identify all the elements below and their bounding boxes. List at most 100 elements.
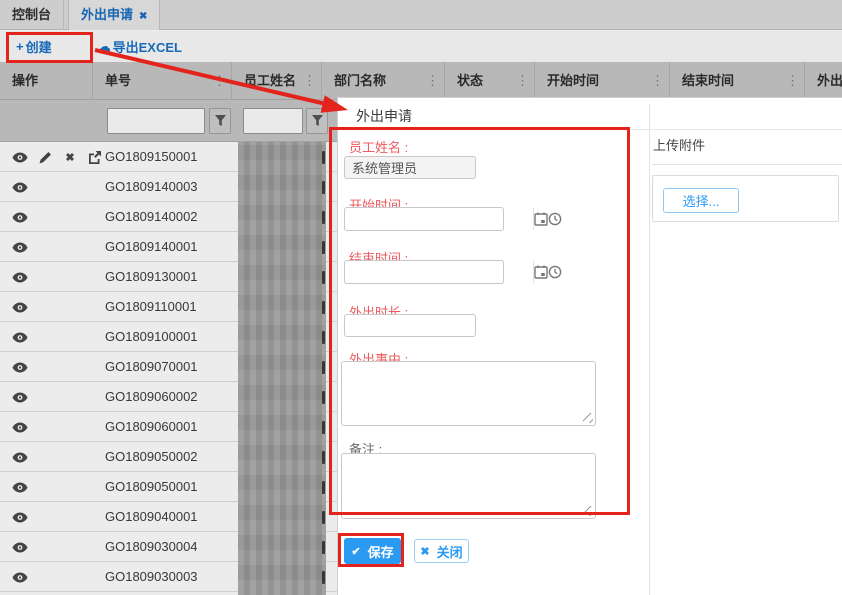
reason-textarea-wrap — [341, 361, 596, 426]
row-actions: ✖ — [12, 322, 103, 352]
resize-handle-icon[interactable] — [583, 413, 593, 423]
outing-request-dialog: 外出申请 员工姓名 : 开始时间 : 结束时间 : 外出时长 : 外 — [337, 97, 842, 595]
employee-name-filter-button[interactable] — [306, 108, 328, 134]
dialog-title-divider — [338, 129, 842, 130]
duration-field[interactable] — [344, 314, 476, 337]
order-number-cell: GO1809070001 — [105, 352, 198, 382]
save-button-label: 保存 — [368, 542, 394, 561]
clock-icon[interactable] — [548, 261, 562, 283]
view-icon[interactable] — [12, 179, 28, 195]
tab-console[interactable]: 控制台 — [0, 0, 64, 30]
start-time-field[interactable] — [345, 208, 534, 230]
clipped-department-text — [322, 181, 325, 194]
reason-textarea[interactable] — [342, 362, 595, 425]
clipped-department-text — [322, 481, 325, 494]
view-icon[interactable] — [12, 239, 28, 255]
view-icon[interactable] — [12, 389, 28, 405]
employee-name-filter-input[interactable] — [243, 108, 303, 134]
view-icon[interactable] — [12, 149, 28, 165]
x-icon: ✖ — [420, 545, 429, 558]
end-time-picker — [344, 260, 504, 284]
clipped-department-text — [322, 571, 325, 584]
column-menu-icon[interactable]: ⋮ — [303, 62, 316, 100]
order-number-cell: GO1809060002 — [105, 382, 198, 412]
column-header-department[interactable]: 部门名称⋮ — [322, 62, 445, 100]
order-number-cell: GO1809130001 — [105, 262, 198, 292]
view-icon[interactable] — [12, 269, 28, 285]
view-icon[interactable] — [12, 419, 28, 435]
row-actions: ✖ — [12, 532, 103, 562]
upload-dropzone[interactable]: 选择... — [652, 175, 839, 222]
row-actions: ✖ — [12, 172, 103, 202]
employee-name-label: 员工姓名 : — [349, 137, 408, 156]
column-menu-icon[interactable]: ⋮ — [516, 62, 529, 100]
tab-label: 外出申请 — [81, 7, 133, 22]
clipped-department-text — [322, 301, 325, 314]
column-header-end-time[interactable]: 结束时间⋮ — [670, 62, 805, 100]
view-icon[interactable] — [12, 509, 28, 525]
view-icon[interactable] — [12, 299, 28, 315]
column-header-order-no[interactable]: 单号⋮ — [93, 62, 232, 100]
view-icon[interactable] — [12, 479, 28, 495]
create-button-label: 创建 — [26, 37, 52, 56]
row-actions: ✖ — [12, 412, 103, 442]
row-actions: ✖ — [12, 382, 103, 412]
close-button[interactable]: ✖ 关闭 — [414, 539, 469, 563]
column-header-start-time[interactable]: 开始时间⋮ — [535, 62, 670, 100]
view-icon[interactable] — [12, 539, 28, 555]
view-icon[interactable] — [12, 209, 28, 225]
clipped-department-text — [322, 541, 325, 554]
tab-close-icon[interactable]: ✖ — [139, 11, 147, 22]
order-number-cell: GO1809030004 — [105, 532, 198, 562]
app-window: 控制台 外出申请 ✖ + 创建 ☁ 导出EXCEL 操作 单号⋮ 员工姓名⋮ 部门… — [0, 0, 842, 595]
order-number-cell: GO1809140002 — [105, 202, 198, 232]
edit-icon[interactable] — [37, 149, 53, 165]
column-header-outing[interactable]: 外出 — [805, 62, 842, 100]
view-icon[interactable] — [12, 359, 28, 375]
column-header-operation: 操作 — [0, 62, 93, 100]
row-actions: ✖ — [12, 232, 103, 262]
column-menu-icon[interactable]: ⋮ — [426, 62, 439, 100]
order-number-cell: GO1809050002 — [105, 442, 198, 472]
remark-textarea[interactable] — [342, 454, 595, 518]
view-icon[interactable] — [12, 449, 28, 465]
clock-icon[interactable] — [548, 208, 562, 230]
column-header-employee-name[interactable]: 员工姓名⋮ — [232, 62, 322, 100]
view-icon[interactable] — [12, 569, 28, 585]
row-actions: ✖ — [12, 562, 103, 592]
order-number-cell: GO1809140001 — [105, 232, 198, 262]
calendar-icon[interactable] — [534, 208, 548, 230]
order-no-filter-button[interactable] — [209, 108, 231, 134]
clipped-department-text — [322, 331, 325, 344]
column-menu-icon[interactable]: ⋮ — [786, 62, 799, 100]
end-time-field[interactable] — [345, 261, 534, 283]
row-actions: ✖ — [12, 352, 103, 382]
order-no-filter-input[interactable] — [107, 108, 205, 134]
clipped-department-text — [322, 271, 325, 284]
row-actions: ✖ — [12, 442, 103, 472]
table-header: 操作 单号⋮ 员工姓名⋮ 部门名称⋮ 状态⋮ 开始时间⋮ 结束时间⋮ 外出 — [0, 62, 842, 100]
redacted-employee-names — [238, 142, 326, 595]
order-number-cell: GO1809140003 — [105, 172, 198, 202]
order-number-cell: GO1809050001 — [105, 472, 198, 502]
column-header-status[interactable]: 状态⋮ — [445, 62, 535, 100]
clipped-department-text — [322, 211, 325, 224]
calendar-icon[interactable] — [534, 261, 548, 283]
close-button-label: 关闭 — [437, 542, 463, 561]
select-file-button[interactable]: 选择... — [663, 188, 739, 213]
save-button[interactable]: ✔ 保存 — [344, 538, 401, 564]
employee-name-field[interactable] — [344, 156, 476, 179]
clipped-department-text — [322, 151, 325, 164]
plus-icon: + — [16, 39, 24, 54]
export-excel-button[interactable]: ☁ 导出EXCEL — [98, 37, 182, 56]
tab-bar: 控制台 外出申请 ✖ — [0, 0, 842, 30]
delete-icon[interactable]: ✖ — [62, 149, 78, 165]
tab-outing-request[interactable]: 外出申请 ✖ — [68, 0, 160, 30]
resize-handle-icon[interactable] — [583, 506, 593, 516]
view-icon[interactable] — [12, 329, 28, 345]
column-menu-icon[interactable]: ⋮ — [213, 62, 226, 100]
create-button[interactable]: + 创建 — [16, 37, 52, 56]
toolbar: + 创建 ☁ 导出EXCEL — [0, 31, 842, 62]
open-icon[interactable] — [87, 149, 103, 165]
column-menu-icon[interactable]: ⋮ — [651, 62, 664, 100]
